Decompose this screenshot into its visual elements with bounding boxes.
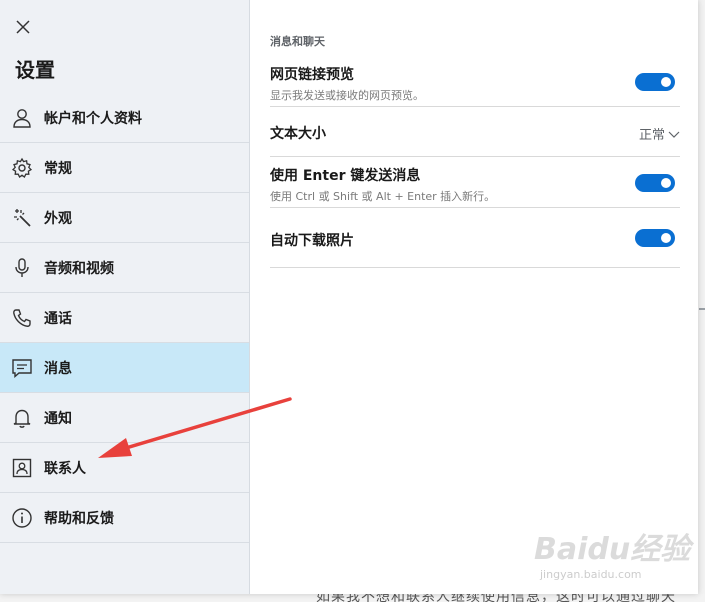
enter-to-send-toggle[interactable]	[635, 174, 675, 192]
gear-icon	[11, 157, 33, 179]
link-preview-toggle[interactable]	[635, 73, 675, 91]
sidebar-item-label: 联系人	[44, 460, 86, 477]
text-size-select[interactable]: 正常	[639, 124, 680, 143]
setting-enter-to-send: 使用 Enter 键发送消息 使用 Ctrl 或 Shift 或 Alt + E…	[270, 157, 680, 208]
settings-content: 消息和聊天 网页链接预览 显示我发送或接收的网页预览。 文本大小 正常 使用 E…	[250, 0, 698, 594]
setting-title: 自动下载照片	[270, 233, 354, 249]
settings-sidebar: 设置 帐户和个人资料 常规 外观 音频和视频 通话 消息 通知 联系人 帮助和反…	[0, 0, 250, 594]
info-icon	[11, 507, 33, 529]
sidebar-item-notifications[interactable]: 通知	[0, 393, 249, 443]
settings-nav: 帐户和个人资料 常规 外观 音频和视频 通话 消息 通知 联系人 帮助和反馈	[0, 93, 249, 543]
setting-description: 使用 Ctrl 或 Shift 或 Alt + Enter 插入新行。	[270, 190, 496, 203]
sidebar-item-account[interactable]: 帐户和个人资料	[0, 93, 249, 143]
background-text: 如果我不想和联系人继续使用信息，这时可以通过聊天	[316, 594, 676, 602]
close-icon	[16, 20, 30, 34]
settings-title: 设置	[15, 58, 55, 82]
settings-dialog: 设置 帐户和个人资料 常规 外观 音频和视频 通话 消息 通知 联系人 帮助和反…	[0, 0, 698, 594]
phone-icon	[11, 307, 33, 329]
toggle-knob	[661, 233, 671, 243]
sidebar-item-label: 常规	[44, 160, 72, 177]
background-window-edge	[698, 0, 705, 602]
chevron-down-icon	[668, 131, 680, 138]
sidebar-item-label: 通知	[44, 410, 72, 427]
setting-description: 显示我发送或接收的网页预览。	[270, 89, 424, 102]
bell-icon	[11, 407, 33, 429]
section-title: 消息和聊天	[270, 35, 325, 48]
contact-card-icon	[11, 457, 33, 479]
auto-download-photos-toggle[interactable]	[635, 229, 675, 247]
sidebar-item-audio-video[interactable]: 音频和视频	[0, 243, 249, 293]
sidebar-item-general[interactable]: 常规	[0, 143, 249, 193]
sidebar-item-calls[interactable]: 通话	[0, 293, 249, 343]
microphone-icon	[11, 257, 33, 279]
sidebar-item-appearance[interactable]: 外观	[0, 193, 249, 243]
close-button[interactable]	[12, 16, 34, 38]
setting-title: 文本大小	[270, 126, 326, 142]
sidebar-item-label: 通话	[44, 310, 72, 327]
select-value: 正常	[638, 128, 665, 143]
message-icon	[11, 357, 33, 379]
setting-text-size: 文本大小 正常	[270, 107, 680, 157]
sidebar-item-label: 消息	[44, 360, 72, 377]
sidebar-item-label: 帐户和个人资料	[44, 110, 142, 127]
background-divider	[699, 308, 705, 310]
setting-auto-download-photos: 自动下载照片	[270, 208, 680, 268]
setting-title: 使用 Enter 键发送消息	[270, 168, 421, 184]
setting-title: 网页链接预览	[270, 67, 354, 83]
sidebar-item-label: 外观	[44, 210, 72, 227]
toggle-knob	[661, 178, 671, 188]
sidebar-item-help[interactable]: 帮助和反馈	[0, 493, 249, 543]
sidebar-item-label: 帮助和反馈	[44, 510, 114, 527]
background-window-bottom: 如果我不想和联系人继续使用信息，这时可以通过聊天	[0, 594, 705, 602]
sidebar-item-label: 音频和视频	[44, 260, 114, 277]
sidebar-item-messages[interactable]: 消息	[0, 343, 249, 393]
sidebar-item-contacts[interactable]: 联系人	[0, 443, 249, 493]
toggle-knob	[661, 77, 671, 87]
magic-wand-icon	[11, 207, 33, 229]
person-icon	[11, 107, 33, 129]
setting-link-preview: 网页链接预览 显示我发送或接收的网页预览。	[270, 60, 680, 107]
